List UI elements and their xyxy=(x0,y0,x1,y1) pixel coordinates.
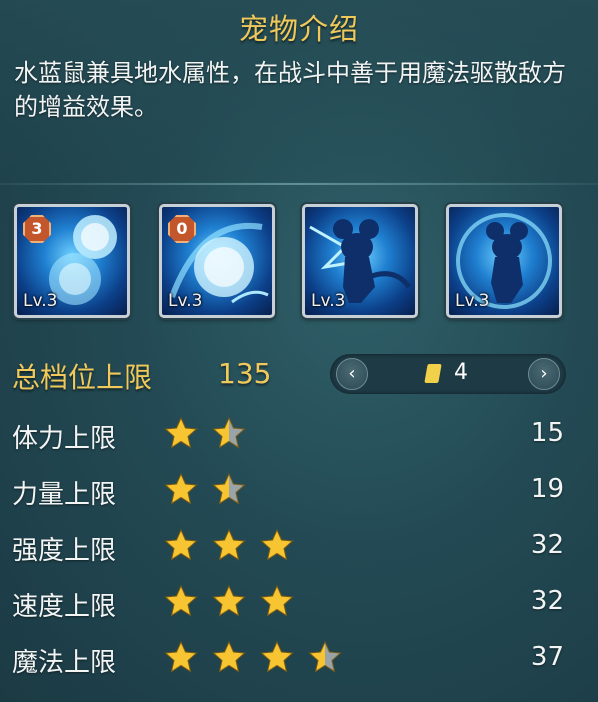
stat-row-strength: 力量上限 19 xyxy=(12,468,588,514)
skill-slot-1[interactable]: 3 Lv.3 xyxy=(14,204,130,318)
star-half-icon xyxy=(212,472,246,505)
total-cap-value: 135 xyxy=(218,357,272,390)
card-icon xyxy=(424,364,442,383)
stat-value: 19 xyxy=(530,474,564,504)
page-number: 4 xyxy=(454,360,468,385)
chevron-left-icon: ‹ xyxy=(348,363,356,384)
stat-value: 37 xyxy=(530,642,564,672)
stat-row-toughness: 强度上限 32 xyxy=(12,524,588,570)
star-full-icon xyxy=(260,528,294,561)
star-full-icon xyxy=(260,584,294,617)
skill-slot-4[interactable]: Lv.3 xyxy=(446,204,562,318)
star-full-icon xyxy=(212,584,246,617)
stat-label: 体力上限 xyxy=(12,424,117,454)
star-half-icon xyxy=(308,640,342,673)
stat-row-speed: 速度上限 32 xyxy=(12,580,588,626)
stat-row-hp: 体力上限 15 xyxy=(12,412,588,458)
skill-level: Lv.3 xyxy=(23,291,58,311)
divider xyxy=(0,183,598,185)
skill-level: Lv.3 xyxy=(168,291,203,311)
star-full-icon xyxy=(212,528,246,561)
skill-level: Lv.3 xyxy=(455,291,490,311)
star-full-icon xyxy=(212,640,246,673)
total-cap-row: 总档位上限 135 ‹ 4 › xyxy=(12,352,588,398)
star-half-icon xyxy=(212,416,246,449)
skill-slot-2[interactable]: 0 Lv.3 xyxy=(159,204,275,318)
page-title: 宠物介绍 xyxy=(238,12,359,46)
stat-label: 速度上限 xyxy=(12,592,117,622)
stat-label: 强度上限 xyxy=(12,536,117,566)
skill-level: Lv.3 xyxy=(311,291,346,311)
prev-page-button[interactable]: ‹ xyxy=(336,358,368,390)
stat-value: 32 xyxy=(530,586,564,616)
star-full-icon xyxy=(164,640,198,673)
pet-description: 水蓝鼠兼具地水属性，在战斗中善于用魔法驱散敌方的增益效果。 xyxy=(14,59,566,121)
stat-value: 15 xyxy=(530,418,564,448)
stat-row-magic: 魔法上限 37 xyxy=(12,636,588,682)
stat-label: 魔法上限 xyxy=(12,648,117,678)
star-full-icon xyxy=(164,584,198,617)
star-full-icon xyxy=(164,472,198,505)
stat-value: 32 xyxy=(530,530,564,560)
star-full-icon xyxy=(164,528,198,561)
star-full-icon xyxy=(260,640,294,673)
chevron-right-icon: › xyxy=(540,363,548,384)
total-cap-label: 总档位上限 xyxy=(12,361,153,394)
next-page-button[interactable]: › xyxy=(528,358,560,390)
skill-slot-3[interactable]: Lv.3 xyxy=(302,204,418,318)
star-full-icon xyxy=(164,416,198,449)
stat-label: 力量上限 xyxy=(12,480,117,510)
page-switcher: ‹ 4 › xyxy=(330,354,566,394)
skill-list: 3 Lv.3 0 Lv.3 Lv.3 Lv.3 xyxy=(14,204,584,324)
